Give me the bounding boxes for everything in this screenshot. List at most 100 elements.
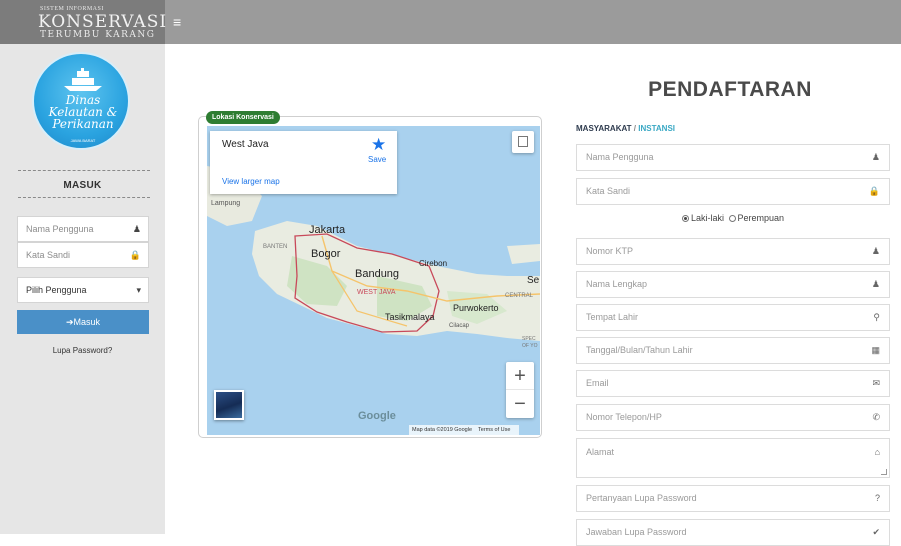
save-place-link[interactable]: Save bbox=[368, 155, 386, 164]
zoom-control: + − bbox=[506, 362, 534, 418]
username-placeholder: Nama Pengguna bbox=[586, 152, 654, 162]
gender-radio-group: Laki-laki Perempuan bbox=[576, 213, 890, 223]
full-name-input[interactable]: Nama Lengkap ♟ bbox=[576, 271, 890, 298]
star-icon[interactable]: ★ bbox=[371, 135, 386, 155]
security-question-input[interactable]: Pertanyaan Lupa Password ? bbox=[576, 485, 890, 512]
user-type-value: Pilih Pengguna bbox=[26, 285, 87, 295]
phone-placeholder: Nomor Telepon/HP bbox=[586, 412, 662, 422]
login-title: MASUK bbox=[63, 180, 102, 191]
birth-place-input[interactable]: Tempat Lahir ⚲ bbox=[576, 304, 890, 331]
ship-icon bbox=[64, 68, 102, 91]
divider bbox=[18, 170, 150, 171]
forgot-password-link[interactable]: Lupa Password? bbox=[0, 346, 165, 355]
map-label-central: CENTRAL bbox=[505, 293, 534, 299]
user-type-select[interactable]: Pilih Pengguna ▾ bbox=[17, 277, 149, 303]
terms-link[interactable]: Terms of Use bbox=[478, 427, 510, 433]
view-larger-map-link[interactable]: View larger map bbox=[222, 177, 280, 186]
user-icon: ♟ bbox=[132, 224, 141, 234]
login-username-input[interactable]: Nama Pengguna ♟ bbox=[17, 216, 149, 242]
map-marker-icon: ⚲ bbox=[873, 312, 880, 322]
agency-emblem: Dinas Kelautan & Perikanan JAWA BARAT bbox=[32, 52, 130, 150]
gender-female-radio[interactable] bbox=[728, 215, 736, 223]
login-username-placeholder: Nama Pengguna bbox=[26, 224, 94, 234]
sign-in-icon: ➔ bbox=[65, 317, 74, 327]
chevron-down-icon: ▾ bbox=[136, 285, 141, 295]
fullscreen-icon bbox=[518, 136, 528, 147]
lock-icon: 🔒 bbox=[129, 250, 141, 260]
map-label-west-java: WEST JAVA bbox=[357, 289, 396, 296]
login-button[interactable]: ➔Masuk bbox=[17, 310, 149, 334]
map-label-purwokerto: Purwokerto bbox=[453, 303, 499, 313]
resize-handle-icon[interactable] bbox=[881, 469, 887, 475]
home-icon: ⌂ bbox=[874, 447, 880, 457]
birth-place-placeholder: Tempat Lahir bbox=[586, 312, 639, 322]
page-title: PENDAFTARAN bbox=[648, 78, 812, 101]
login-password-input[interactable]: Kata Sandi 🔒 bbox=[17, 242, 149, 268]
map-section-tag: Lokasi Konservasi bbox=[206, 111, 280, 124]
password-input[interactable]: Kata Sandi 🔒 bbox=[576, 178, 890, 205]
gender-female-label: Perempuan bbox=[737, 213, 785, 223]
question-icon: ? bbox=[874, 493, 880, 503]
map-label-bogor: Bogor bbox=[311, 248, 341, 260]
gender-male-label: Laki-laki bbox=[690, 213, 724, 223]
phone-input[interactable]: Nomor Telepon/HP ✆ bbox=[576, 404, 890, 431]
login-button-label: Masuk bbox=[73, 317, 101, 327]
birth-date-placeholder: Tanggal/Bulan/Tahun Lahir bbox=[586, 345, 693, 355]
tab-separator: / bbox=[633, 124, 637, 133]
sidebar: Dinas Kelautan & Perikanan JAWA BARAT MA… bbox=[0, 44, 165, 534]
email-placeholder: Email bbox=[586, 378, 609, 388]
map-label-ofyo: OF YO bbox=[522, 343, 538, 349]
google-logo: Google bbox=[358, 410, 396, 422]
tab-masyarakat[interactable]: MASYARAKAT bbox=[576, 124, 632, 133]
security-answer-placeholder: Jawaban Lupa Password bbox=[586, 527, 687, 537]
map-label-spec: SPEC bbox=[522, 336, 536, 342]
ktp-placeholder: Nomor KTP bbox=[586, 246, 634, 256]
calendar-icon: ▦ bbox=[871, 345, 880, 355]
map-label-tasikmalaya: Tasikmalaya bbox=[385, 312, 435, 322]
user-icon: ♟ bbox=[871, 152, 880, 162]
map-type-thumbnail[interactable] bbox=[214, 390, 244, 420]
security-question-placeholder: Pertanyaan Lupa Password bbox=[586, 493, 697, 503]
map-label-cilacap: Cilacap bbox=[449, 323, 470, 329]
username-input[interactable]: Nama Pengguna ♟ bbox=[576, 144, 890, 171]
registration-tabs: MASYARAKAT / INSTANSI bbox=[576, 124, 675, 133]
zoom-in-button[interactable]: + bbox=[506, 362, 534, 390]
tab-instansi[interactable]: INSTANSI bbox=[638, 124, 675, 133]
top-bar: SISTEM INFORMASI KONSERVASI TERUMBU KARA… bbox=[0, 0, 901, 44]
user-icon: ♟ bbox=[871, 279, 880, 289]
map-label-banten: BANTEN bbox=[263, 244, 288, 250]
user-icon: ♟ bbox=[871, 246, 880, 256]
map-info-window: West Java ★ Save View larger map bbox=[210, 131, 397, 194]
email-input[interactable]: Email ✉ bbox=[576, 370, 890, 397]
app-logo[interactable]: SISTEM INFORMASI KONSERVASI TERUMBU KARA… bbox=[0, 0, 168, 44]
logo-subtitle: TERUMBU KARANG bbox=[40, 30, 156, 40]
logo-title: KONSERVASI bbox=[38, 12, 168, 32]
map-attribution: Map data ©2019 Google Terms of Use bbox=[409, 425, 520, 435]
full-name-placeholder: Nama Lengkap bbox=[586, 279, 648, 289]
map-label-cirebon: Cirebon bbox=[419, 259, 448, 268]
emblem-caption: JAWA BARAT bbox=[70, 138, 96, 143]
password-placeholder: Kata Sandi bbox=[586, 186, 631, 196]
phone-icon: ✆ bbox=[872, 412, 880, 422]
gender-male-radio[interactable] bbox=[681, 215, 689, 223]
map-label-lampung: Lampung bbox=[211, 200, 241, 207]
address-placeholder: Alamat bbox=[586, 447, 615, 457]
envelope-icon: ✉ bbox=[872, 378, 880, 388]
zoom-out-button[interactable]: − bbox=[506, 390, 534, 418]
birth-date-input[interactable]: Tanggal/Bulan/Tahun Lahir ▦ bbox=[576, 337, 890, 364]
map-label-jakarta: Jakarta bbox=[309, 224, 346, 236]
map-label-bandung: Bandung bbox=[355, 268, 400, 280]
map-label-se: Se bbox=[527, 275, 540, 286]
address-textarea[interactable]: Alamat ⌂ bbox=[576, 438, 890, 478]
emblem-text: Dinas Kelautan & Perikanan bbox=[48, 93, 118, 131]
fullscreen-button[interactable] bbox=[512, 131, 534, 153]
map-data-text: Map data ©2019 Google bbox=[412, 427, 473, 433]
divider bbox=[18, 197, 150, 198]
info-place-name: West Java bbox=[222, 139, 269, 150]
ktp-input[interactable]: Nomor KTP ♟ bbox=[576, 238, 890, 265]
login-password-placeholder: Kata Sandi bbox=[26, 250, 71, 260]
check-icon: ✔ bbox=[872, 527, 880, 537]
hamburger-icon[interactable]: ≡ bbox=[173, 12, 191, 32]
lock-icon: 🔒 bbox=[868, 186, 880, 196]
security-answer-input[interactable]: Jawaban Lupa Password ✔ bbox=[576, 519, 890, 546]
